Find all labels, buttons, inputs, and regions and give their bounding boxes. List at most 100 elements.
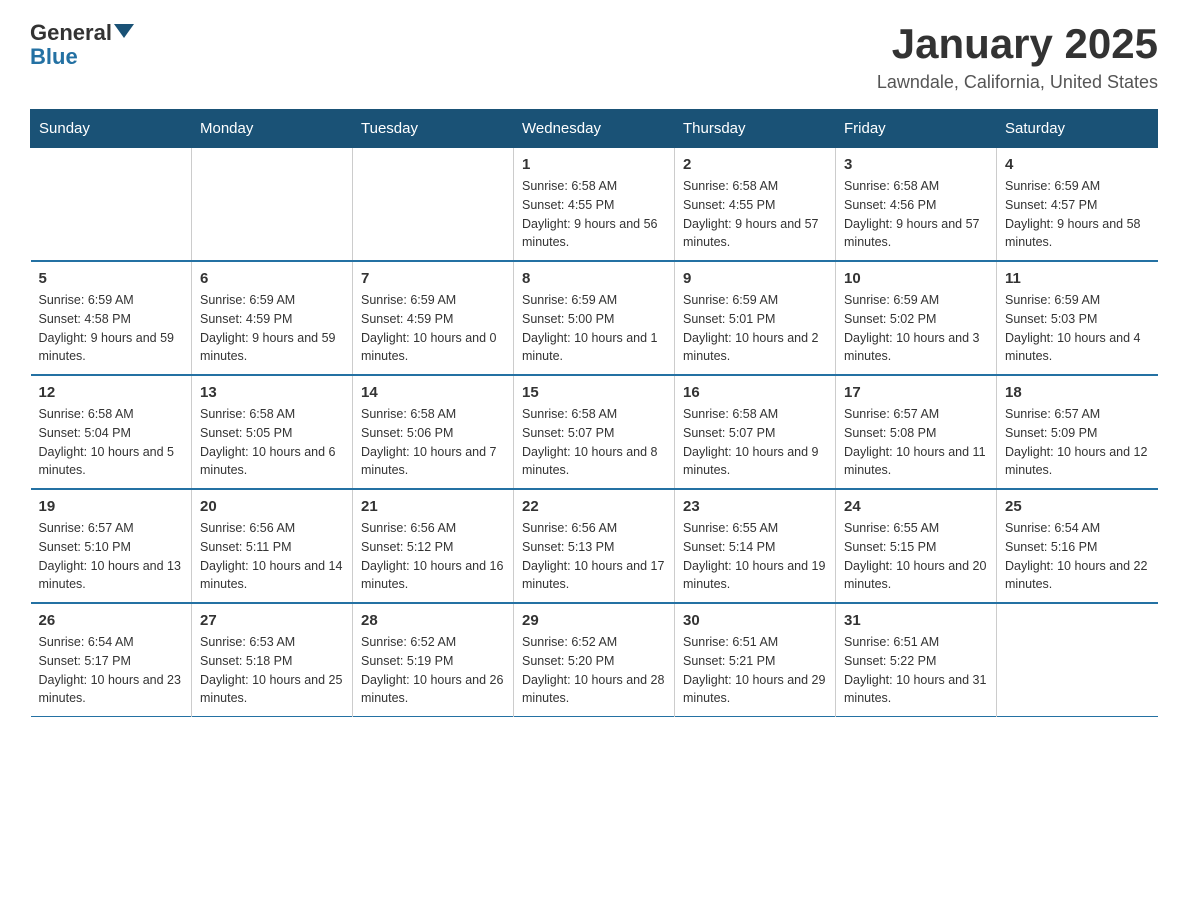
day-info: Sunrise: 6:59 AMSunset: 5:02 PMDaylight:… [844, 291, 988, 366]
day-number: 21 [361, 498, 505, 515]
day-info: Sunrise: 6:58 AMSunset: 5:04 PMDaylight:… [39, 405, 184, 480]
day-of-week-header: Tuesday [353, 110, 514, 148]
calendar-cell: 3 Sunrise: 6:58 AMSunset: 4:56 PMDaylight… [836, 148, 997, 262]
calendar-cell [31, 148, 192, 262]
calendar-cell: 5Sunrise: 6:59 AMSunset: 4:58 PMDaylight… [31, 261, 192, 375]
calendar-cell: 11 Sunrise: 6:59 AMSunset: 5:03 PMDayligh… [997, 261, 1158, 375]
calendar-week-row: 19 Sunrise: 6:57 AMSunset: 5:10 PMDayligh… [31, 489, 1158, 603]
day-info: Sunrise: 6:56 AMSunset: 5:13 PMDaylight:… [522, 519, 666, 594]
day-number: 12 [39, 384, 184, 401]
calendar-cell: 31 Sunrise: 6:51 AMSunset: 5:22 PMDayligh… [836, 603, 997, 717]
calendar-week-row: 5Sunrise: 6:59 AMSunset: 4:58 PMDaylight… [31, 261, 1158, 375]
calendar-cell: 20 Sunrise: 6:56 AMSunset: 5:11 PMDayligh… [192, 489, 353, 603]
day-info: Sunrise: 6:56 AMSunset: 5:12 PMDaylight:… [361, 519, 505, 594]
calendar-cell: 13Sunrise: 6:58 AMSunset: 5:05 PMDayligh… [192, 375, 353, 489]
day-number: 11 [1005, 270, 1150, 287]
day-info: Sunrise: 6:58 AMSunset: 5:07 PMDaylight:… [683, 405, 827, 480]
day-number: 6 [200, 270, 344, 287]
day-info: Sunrise: 6:59 AMSunset: 4:58 PMDaylight:… [39, 291, 184, 366]
page-header: General Blue January 2025 Lawndale, Cali… [30, 20, 1158, 93]
day-info: Sunrise: 6:59 AMSunset: 4:59 PMDaylight:… [200, 291, 344, 366]
calendar-cell: 10Sunrise: 6:59 AMSunset: 5:02 PMDayligh… [836, 261, 997, 375]
day-info: Sunrise: 6:59 AMSunset: 4:59 PMDaylight:… [361, 291, 505, 366]
logo-blue-text: Blue [30, 44, 78, 70]
day-of-week-header: Friday [836, 110, 997, 148]
day-info: Sunrise: 6:57 AMSunset: 5:10 PMDaylight:… [39, 519, 184, 594]
title-block: January 2025 Lawndale, California, Unite… [877, 20, 1158, 93]
day-number: 3 [844, 156, 988, 173]
day-number: 8 [522, 270, 666, 287]
day-number: 13 [200, 384, 344, 401]
day-number: 24 [844, 498, 988, 515]
calendar-cell: 7 Sunrise: 6:59 AMSunset: 4:59 PMDaylight… [353, 261, 514, 375]
day-info: Sunrise: 6:58 AMSunset: 4:56 PMDaylight:… [844, 177, 988, 252]
calendar-table: SundayMondayTuesdayWednesdayThursdayFrid… [30, 109, 1158, 717]
day-number: 18 [1005, 384, 1150, 401]
main-title: January 2025 [877, 20, 1158, 68]
calendar-cell: 28Sunrise: 6:52 AMSunset: 5:19 PMDayligh… [353, 603, 514, 717]
day-info: Sunrise: 6:54 AMSunset: 5:17 PMDaylight:… [39, 633, 184, 708]
day-info: Sunrise: 6:51 AMSunset: 5:22 PMDaylight:… [844, 633, 988, 708]
day-number: 31 [844, 612, 988, 629]
day-info: Sunrise: 6:52 AMSunset: 5:20 PMDaylight:… [522, 633, 666, 708]
calendar-header: SundayMondayTuesdayWednesdayThursdayFrid… [31, 110, 1158, 148]
day-info: Sunrise: 6:58 AMSunset: 4:55 PMDaylight:… [522, 177, 666, 252]
day-number: 9 [683, 270, 827, 287]
day-number: 15 [522, 384, 666, 401]
day-info: Sunrise: 6:57 AMSunset: 5:08 PMDaylight:… [844, 405, 988, 480]
calendar-week-row: 1 Sunrise: 6:58 AMSunset: 4:55 PMDaylight… [31, 148, 1158, 262]
day-info: Sunrise: 6:58 AMSunset: 5:06 PMDaylight:… [361, 405, 505, 480]
day-number: 22 [522, 498, 666, 515]
calendar-cell [192, 148, 353, 262]
day-number: 14 [361, 384, 505, 401]
day-info: Sunrise: 6:55 AMSunset: 5:14 PMDaylight:… [683, 519, 827, 594]
day-number: 1 [522, 156, 666, 173]
day-info: Sunrise: 6:55 AMSunset: 5:15 PMDaylight:… [844, 519, 988, 594]
day-of-week-header: Monday [192, 110, 353, 148]
calendar-cell: 16 Sunrise: 6:58 AMSunset: 5:07 PMDayligh… [675, 375, 836, 489]
day-number: 23 [683, 498, 827, 515]
calendar-cell [997, 603, 1158, 717]
calendar-cell: 2Sunrise: 6:58 AMSunset: 4:55 PMDaylight… [675, 148, 836, 262]
day-number: 19 [39, 498, 184, 515]
logo: General Blue [30, 20, 134, 70]
day-number: 16 [683, 384, 827, 401]
calendar-cell: 1 Sunrise: 6:58 AMSunset: 4:55 PMDaylight… [514, 148, 675, 262]
day-number: 30 [683, 612, 827, 629]
day-number: 29 [522, 612, 666, 629]
day-info: Sunrise: 6:58 AMSunset: 4:55 PMDaylight:… [683, 177, 827, 252]
calendar-cell: 14 Sunrise: 6:58 AMSunset: 5:06 PMDayligh… [353, 375, 514, 489]
day-number: 7 [361, 270, 505, 287]
calendar-cell: 8Sunrise: 6:59 AMSunset: 5:00 PMDaylight… [514, 261, 675, 375]
calendar-cell: 12 Sunrise: 6:58 AMSunset: 5:04 PMDayligh… [31, 375, 192, 489]
calendar-cell: 17 Sunrise: 6:57 AMSunset: 5:08 PMDayligh… [836, 375, 997, 489]
calendar-cell: 27Sunrise: 6:53 AMSunset: 5:18 PMDayligh… [192, 603, 353, 717]
day-info: Sunrise: 6:59 AMSunset: 5:01 PMDaylight:… [683, 291, 827, 366]
day-info: Sunrise: 6:58 AMSunset: 5:07 PMDaylight:… [522, 405, 666, 480]
calendar-cell: 26 Sunrise: 6:54 AMSunset: 5:17 PMDayligh… [31, 603, 192, 717]
day-of-week-header: Saturday [997, 110, 1158, 148]
day-info: Sunrise: 6:51 AMSunset: 5:21 PMDaylight:… [683, 633, 827, 708]
calendar-cell: 25 Sunrise: 6:54 AMSunset: 5:16 PMDayligh… [997, 489, 1158, 603]
days-of-week-row: SundayMondayTuesdayWednesdayThursdayFrid… [31, 110, 1158, 148]
calendar-cell: 22 Sunrise: 6:56 AMSunset: 5:13 PMDayligh… [514, 489, 675, 603]
calendar-week-row: 12 Sunrise: 6:58 AMSunset: 5:04 PMDayligh… [31, 375, 1158, 489]
calendar-cell: 30 Sunrise: 6:51 AMSunset: 5:21 PMDayligh… [675, 603, 836, 717]
day-number: 4 [1005, 156, 1150, 173]
calendar-cell [353, 148, 514, 262]
day-info: Sunrise: 6:56 AMSunset: 5:11 PMDaylight:… [200, 519, 344, 594]
calendar-cell: 29 Sunrise: 6:52 AMSunset: 5:20 PMDayligh… [514, 603, 675, 717]
day-number: 26 [39, 612, 184, 629]
calendar-cell: 4Sunrise: 6:59 AMSunset: 4:57 PMDaylight… [997, 148, 1158, 262]
day-info: Sunrise: 6:52 AMSunset: 5:19 PMDaylight:… [361, 633, 505, 708]
day-number: 20 [200, 498, 344, 515]
day-of-week-header: Thursday [675, 110, 836, 148]
day-of-week-header: Sunday [31, 110, 192, 148]
day-number: 27 [200, 612, 344, 629]
day-number: 17 [844, 384, 988, 401]
day-info: Sunrise: 6:54 AMSunset: 5:16 PMDaylight:… [1005, 519, 1150, 594]
day-number: 25 [1005, 498, 1150, 515]
calendar-cell: 24 Sunrise: 6:55 AMSunset: 5:15 PMDayligh… [836, 489, 997, 603]
day-info: Sunrise: 6:59 AMSunset: 5:03 PMDaylight:… [1005, 291, 1150, 366]
calendar-body: 1 Sunrise: 6:58 AMSunset: 4:55 PMDaylight… [31, 148, 1158, 717]
